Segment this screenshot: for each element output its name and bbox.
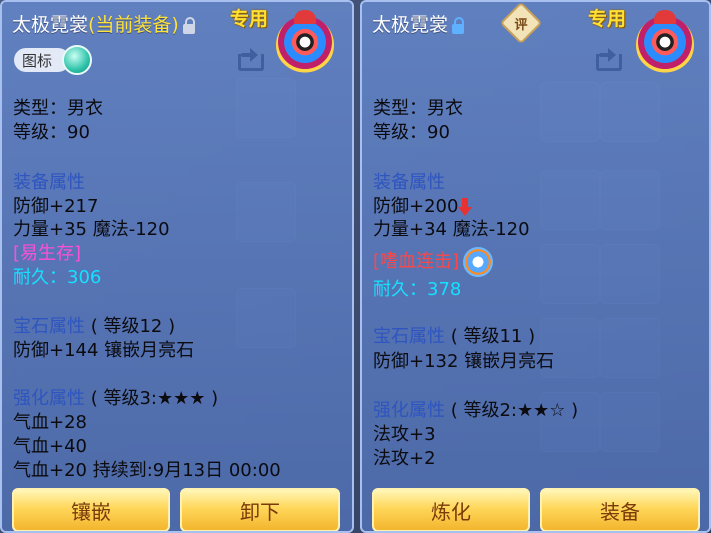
gem-attr-title-row: 宝石属性 ( 等级11 ) — [373, 322, 535, 348]
share-icon-arrow — [250, 48, 258, 62]
equip-attr-2: 力量+35 魔法-120 — [13, 219, 170, 240]
item-name-row: 太极霓裳(当前装备) — [12, 10, 195, 37]
gem-attr-title: 宝石属性 — [13, 316, 85, 337]
level-line: 等级：90 — [13, 122, 90, 143]
enhance-level: ( 等级2:★★☆ ) — [450, 400, 579, 421]
gem-attr-title: 宝石属性 — [373, 326, 445, 347]
equipped-tag: (当前装备) — [88, 14, 179, 36]
share-button[interactable] — [236, 48, 264, 72]
special-effect-row: [嗜血连击] — [373, 247, 494, 277]
equipped-item-tooltip: 太极霓裳(当前装备) 专用 图标 类型：男衣 等级：90 装备属性 防御+217… — [0, 0, 354, 533]
type-line: 类型：男衣 — [13, 98, 103, 119]
enhance-attr-3: 气血+20 持续到:9月13日 00:00 — [13, 460, 281, 481]
durability: 耐久：306 — [13, 267, 102, 288]
gem-attr-title-row: 宝石属性 ( 等级12 ) — [13, 312, 175, 338]
equip-attr-title: 装备属性 — [13, 172, 85, 193]
exclusive-label: 专用 — [230, 8, 269, 30]
gem-attr: 防御+132 镶嵌月亮石 — [373, 351, 555, 372]
compare-item-tooltip: 太极霓裳 评 专用 类型：男衣 等级：90 装备属性 防御+200 力量+34 … — [360, 0, 711, 533]
skill-icon[interactable] — [463, 247, 494, 277]
refine-button[interactable]: 炼化 — [372, 488, 530, 531]
down-arrow-icon — [458, 198, 473, 216]
rating-badge-label: 评 — [514, 17, 528, 33]
gem-level: ( 等级11 ) — [450, 326, 536, 347]
enhance-title: 强化属性 — [373, 400, 445, 421]
equip-button[interactable]: 装备 — [540, 488, 700, 531]
equip-attr-title: 装备属性 — [373, 172, 445, 193]
enhance-title: 强化属性 — [13, 388, 85, 409]
share-button[interactable] — [594, 48, 622, 72]
type-line: 类型：男衣 — [373, 98, 463, 119]
emblem-icon — [636, 10, 694, 74]
special-effect: [嗜血连击] — [373, 251, 460, 272]
equip-attr-1: 防御+200 — [373, 196, 459, 217]
unequip-button[interactable]: 卸下 — [180, 488, 340, 531]
lock-closed-icon[interactable] — [452, 16, 465, 34]
exclusive-label: 专用 — [588, 8, 627, 30]
emblem-icon — [276, 10, 334, 74]
level-line: 等级：90 — [373, 122, 450, 143]
inlay-button[interactable]: 镶嵌 — [12, 488, 170, 531]
equip-attr-2: 力量+34 魔法-120 — [373, 219, 530, 240]
enhance-attr-2: 法攻+2 — [373, 448, 436, 469]
gem-attr: 防御+144 镶嵌月亮石 — [13, 340, 195, 361]
enhance-attr-1: 法攻+3 — [373, 424, 436, 445]
share-icon-arrow — [608, 48, 616, 62]
item-name: 太极霓裳 — [372, 14, 449, 36]
toggle-icon — [62, 45, 92, 75]
special-effect: [易生存] — [13, 243, 82, 264]
item-name: 太极霓裳 — [12, 14, 89, 36]
gem-level: ( 等级12 ) — [90, 316, 176, 337]
lock-open-icon[interactable] — [182, 16, 195, 34]
item-name-row: 太极霓裳 — [372, 10, 465, 37]
icon-toggle[interactable]: 图标 — [14, 45, 92, 75]
enhance-attr-2: 气血+40 — [13, 436, 87, 457]
durability: 耐久：378 — [373, 279, 462, 300]
enhance-level: ( 等级3:★★★ ) — [90, 388, 219, 409]
enhance-attr-1: 气血+28 — [13, 412, 87, 433]
enhance-title-row: 强化属性 ( 等级3:★★★ ) — [13, 384, 218, 410]
enhance-title-row: 强化属性 ( 等级2:★★☆ ) — [373, 396, 578, 422]
